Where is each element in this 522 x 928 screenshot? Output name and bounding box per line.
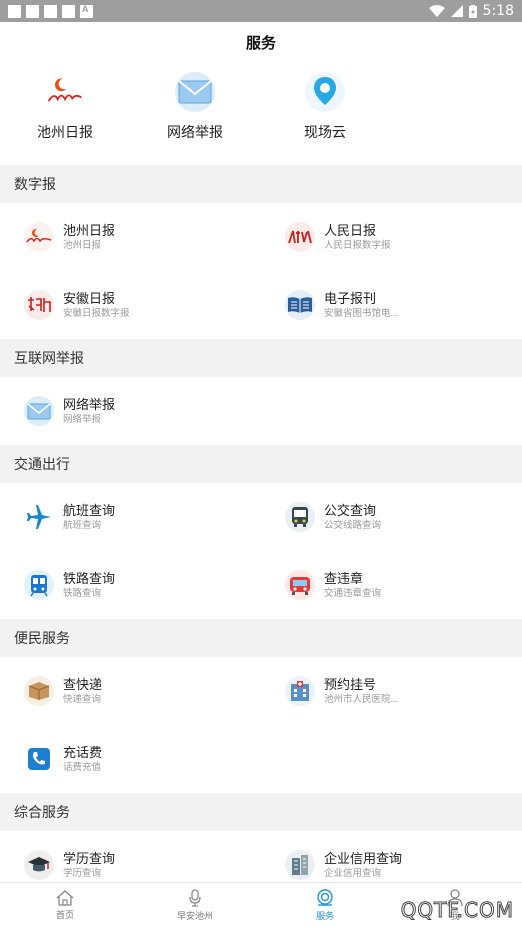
wifi-icon xyxy=(428,5,445,17)
service-item-flight[interactable]: 航班查询 航班查询 xyxy=(0,483,261,551)
tab-service[interactable]: 服务 xyxy=(260,883,390,928)
item-subtitle: 铁路查询 xyxy=(63,587,102,599)
search-service-icon xyxy=(317,889,333,906)
section-civic: 查快递 快递查询 预约挂号 池州市人民医院... 充话费 话费充值 xyxy=(0,657,522,793)
quick-item-scene-cloud[interactable]: 现场云 xyxy=(260,72,390,165)
tab-morning-chizhou[interactable]: 早安池州 xyxy=(130,883,260,928)
item-subtitle: 快递查询 xyxy=(63,693,102,705)
service-item-online-report[interactable]: 网络举报 网络举报 xyxy=(0,377,261,445)
service-item-chizhou-daily[interactable]: 池州日报 池州日报 xyxy=(0,203,261,271)
item-subtitle: 航班查询 xyxy=(63,519,102,531)
quick-item-label: 现场云 xyxy=(304,124,346,140)
item-subtitle: 公交线路查询 xyxy=(324,519,382,531)
section-title-report: 互联网举报 xyxy=(0,339,522,377)
notification-icon xyxy=(8,4,21,18)
location-pin-icon xyxy=(305,72,345,112)
item-title: 企业信用查询 xyxy=(324,850,403,866)
chizhou-daily-logo xyxy=(45,72,85,112)
building-icon xyxy=(285,850,315,880)
service-item-railway[interactable]: 铁路查询 铁路查询 xyxy=(0,551,261,619)
service-item-phone-topup[interactable]: 充话费 话费充值 xyxy=(0,725,261,793)
anhui-daily-logo xyxy=(24,290,54,320)
airplane-icon xyxy=(24,502,54,532)
battery-charging-icon xyxy=(468,4,477,18)
tab-label: 首页 xyxy=(55,910,74,920)
notification-icon xyxy=(80,4,93,18)
item-subtitle: 企业信用查询 xyxy=(324,867,382,879)
phone-icon xyxy=(24,744,54,774)
service-item-bus[interactable]: 公交查询 公交线路查询 xyxy=(261,483,522,551)
home-icon xyxy=(56,890,74,906)
service-item-anhui-daily[interactable]: 安徽日报 安徽日报数字报 xyxy=(0,271,261,339)
item-title: 查快递 xyxy=(63,676,103,692)
item-title: 网络举报 xyxy=(63,396,116,412)
item-title: 池州日报 xyxy=(63,222,116,238)
section-report: 网络举报 网络举报 xyxy=(0,377,522,445)
item-title: 学历查询 xyxy=(63,850,116,866)
item-subtitle: 交通违章查询 xyxy=(324,587,382,599)
notification-icon xyxy=(62,4,75,18)
chizhou-daily-logo xyxy=(24,222,54,252)
section-title-general: 综合服务 xyxy=(0,793,522,831)
status-bar: 5:18 xyxy=(0,0,522,22)
tab-home[interactable]: 首页 xyxy=(0,883,130,928)
service-page: 5:18 服务 池州日报 网络举报 xyxy=(0,0,522,928)
status-right: 5:18 xyxy=(428,3,514,19)
section-title-digital: 数字报 xyxy=(0,165,522,203)
item-title: 电子报刊 xyxy=(324,290,377,306)
tab-label: 早安池州 xyxy=(176,911,213,921)
item-title: 查违章 xyxy=(324,570,364,586)
item-subtitle: 池州日报 xyxy=(63,239,102,251)
item-title: 公交查询 xyxy=(324,502,377,518)
envelope-icon xyxy=(175,72,215,112)
car-icon xyxy=(285,570,315,600)
graduation-cap-icon xyxy=(24,850,54,880)
page-title: 服务 xyxy=(245,34,276,52)
quick-access-row: 池州日报 网络举报 现场云 xyxy=(0,62,522,165)
tab-label: 服务 xyxy=(315,911,334,921)
bus-icon xyxy=(285,502,315,532)
item-title: 航班查询 xyxy=(63,502,116,518)
book-icon xyxy=(285,290,315,320)
service-item-e-newspaper[interactable]: 电子报刊 安徽省图书馆电... xyxy=(261,271,522,339)
service-item-appointment[interactable]: 预约挂号 池州市人民医院... xyxy=(261,657,522,725)
section-digital: 池州日报 池州日报 人民日报 人民日报数字报 安徽日报 安徽日报数字报 电子报刊… xyxy=(0,203,522,339)
watermark: QQTF.COM xyxy=(400,898,514,923)
item-subtitle: 安徽日报数字报 xyxy=(63,307,130,319)
item-title: 人民日报 xyxy=(324,222,377,238)
microphone-icon xyxy=(189,889,201,907)
item-title: 充话费 xyxy=(63,744,103,760)
notification-icon xyxy=(26,4,39,18)
signal-icon xyxy=(450,5,463,17)
section-title-traffic: 交通出行 xyxy=(0,445,522,483)
item-title: 铁路查询 xyxy=(63,570,116,586)
train-icon xyxy=(24,570,54,600)
notification-icon xyxy=(44,4,57,18)
page-header: 服务 xyxy=(0,22,522,62)
item-subtitle: 池州市人民医院... xyxy=(324,693,399,705)
peoples-daily-logo xyxy=(285,222,315,252)
item-subtitle: 安徽省图书馆电... xyxy=(324,307,399,319)
section-traffic: 航班查询 航班查询 公交查询 公交线路查询 铁路查询 铁路查询 查违章 交通违章… xyxy=(0,483,522,619)
quick-item-online-report[interactable]: 网络举报 xyxy=(130,72,260,165)
envelope-icon xyxy=(24,396,54,426)
item-subtitle: 话费充值 xyxy=(63,761,102,773)
clock: 5:18 xyxy=(482,3,514,19)
item-title: 安徽日报 xyxy=(63,290,116,306)
quick-item-label: 网络举报 xyxy=(167,124,223,140)
hospital-icon xyxy=(285,676,315,706)
item-subtitle: 学历查询 xyxy=(63,867,102,879)
service-item-violation[interactable]: 查违章 交通违章查询 xyxy=(261,551,522,619)
section-title-civic: 便民服务 xyxy=(0,619,522,657)
item-subtitle: 人民日报数字报 xyxy=(324,239,391,251)
quick-item-chizhou-daily[interactable]: 池州日报 xyxy=(0,72,130,165)
item-title: 预约挂号 xyxy=(324,676,377,692)
item-subtitle: 网络举报 xyxy=(63,413,102,425)
service-item-express[interactable]: 查快递 快递查询 xyxy=(0,657,261,725)
quick-item-label: 池州日报 xyxy=(37,124,93,140)
service-item-peoples-daily[interactable]: 人民日报 人民日报数字报 xyxy=(261,203,522,271)
package-icon xyxy=(24,676,54,706)
